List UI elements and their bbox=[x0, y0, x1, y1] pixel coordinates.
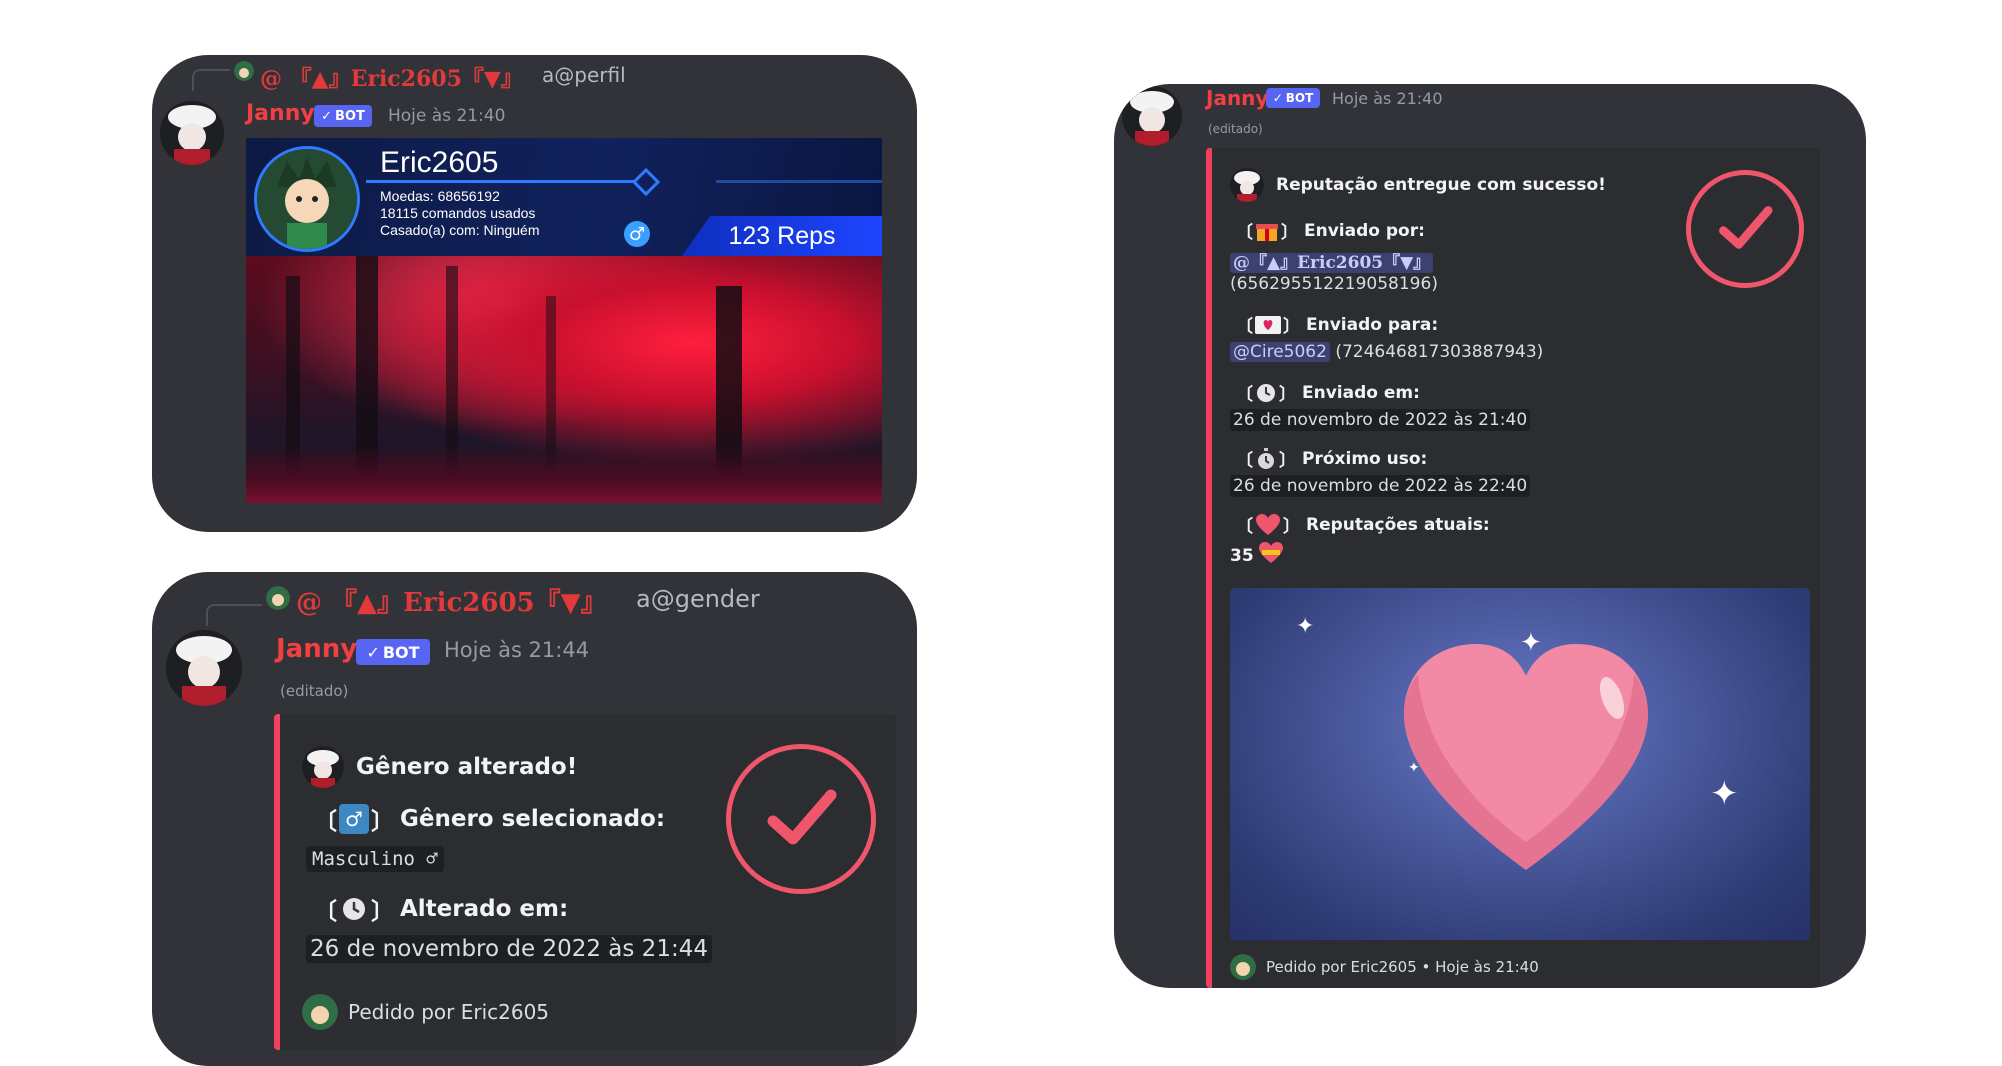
field-altered-label: Alterado em: bbox=[400, 896, 569, 922]
gift-icon bbox=[1255, 220, 1279, 242]
field-gender-label: Gênero selecionado: bbox=[400, 806, 666, 832]
male-sign-icon: ♂ bbox=[339, 804, 369, 834]
clock-icon bbox=[1255, 382, 1277, 404]
heart-ribbon-icon bbox=[1258, 542, 1284, 569]
sent-to-mention[interactable]: @Cire5062 bbox=[1230, 342, 1330, 362]
bot-avatar[interactable] bbox=[1122, 86, 1182, 146]
clock-icon bbox=[339, 894, 369, 924]
profile-message-card: @ 『▲』Eric2605『▼』 a@perfil Janny ✓ BOT Hoj… bbox=[152, 55, 917, 532]
reply-command[interactable]: a@perfil bbox=[542, 63, 626, 87]
reply-avatar[interactable] bbox=[266, 586, 290, 610]
bot-username[interactable]: Janny bbox=[246, 101, 315, 126]
field-altered-value: 26 de novembro de 2022 às 21:44 bbox=[306, 935, 712, 963]
bot-badge-label: BOT bbox=[1285, 91, 1314, 105]
message-timestamp: Hoje às 21:40 bbox=[1332, 89, 1443, 108]
gender-embed: Gênero alterado! 〔 ♂ 〕 Gênero selecionado:… bbox=[274, 714, 896, 1050]
gender-message-card: @ 『▲』Eric2605『▼』 a@gender Janny ✓ BOT Hoj… bbox=[152, 572, 917, 1066]
embed-title: Gênero alterado! bbox=[356, 754, 578, 780]
sent-at-value: 26 de novembro de 2022 às 21:40 bbox=[1230, 409, 1531, 431]
verified-check-icon: ✓ bbox=[366, 642, 380, 662]
reps-banner: 123 Reps bbox=[682, 216, 882, 256]
sent-at-label: Enviado em: bbox=[1302, 382, 1420, 403]
verified-check-icon: ✓ bbox=[321, 108, 333, 124]
current-reps-value: 35 bbox=[1230, 545, 1254, 566]
stopwatch-icon bbox=[1255, 447, 1277, 470]
reply-mention[interactable]: @ 『▲』Eric2605『▼』 bbox=[296, 582, 607, 619]
profile-commands: 18115 comandos usados bbox=[380, 205, 536, 221]
reply-mention[interactable]: @ 『▲』Eric2605『▼』 bbox=[260, 61, 523, 93]
profile-avatar bbox=[254, 146, 360, 252]
bot-username[interactable]: Janny bbox=[276, 634, 357, 664]
bot-badge: ✓ BOT bbox=[1266, 88, 1320, 108]
bot-badge-label: BOT bbox=[382, 642, 420, 662]
footer-avatar bbox=[1230, 954, 1256, 980]
current-reps-label: Reputações atuais: bbox=[1306, 514, 1490, 535]
sent-by-mention[interactable]: @『▲』Eric2605『▼』 bbox=[1230, 253, 1434, 273]
male-sign-icon: ♂ bbox=[624, 221, 650, 247]
bot-avatar[interactable] bbox=[160, 101, 224, 165]
embed-author-avatar bbox=[1230, 168, 1264, 202]
bot-badge: ✓ BOT bbox=[314, 105, 372, 127]
sent-by-label: Enviado por: bbox=[1304, 220, 1425, 241]
profile-coins: Moedas: 68656192 bbox=[380, 188, 500, 204]
bot-username[interactable]: Janny bbox=[1206, 86, 1268, 110]
bot-badge: ✓ BOT bbox=[356, 639, 430, 665]
sent-by-id: (656295512219058196) bbox=[1230, 274, 1438, 294]
reputation-message-card: Janny ✓ BOT Hoje às 21:40 (editado) Reput… bbox=[1114, 84, 1866, 988]
bot-badge-label: BOT bbox=[335, 108, 365, 124]
reputation-embed: Reputação entregue com sucesso! 〔〕 Envia… bbox=[1206, 148, 1820, 988]
bot-avatar[interactable] bbox=[166, 630, 242, 706]
next-use-value: 26 de novembro de 2022 às 22:40 bbox=[1230, 475, 1531, 497]
footer-avatar bbox=[302, 994, 338, 1030]
checkmark-icon bbox=[726, 744, 876, 894]
reply-command[interactable]: a@gender bbox=[636, 585, 760, 613]
embed-footer: Pedido por Eric2605 bbox=[302, 994, 549, 1030]
reply-connector bbox=[192, 69, 230, 91]
footer-text: Pedido por Eric2605 • Hoje às 21:40 bbox=[1266, 958, 1539, 976]
next-use-label: Próximo uso: bbox=[1302, 448, 1428, 469]
field-gender-value: Masculino ♂ bbox=[306, 846, 444, 872]
message-timestamp: Hoje às 21:40 bbox=[388, 106, 506, 126]
profile-married: Casado(a) com: Ninguém bbox=[380, 222, 540, 238]
heart-icon bbox=[1404, 644, 1648, 870]
sent-to-label: Enviado para: bbox=[1306, 314, 1439, 335]
heart-image[interactable]: ✦ ✦ ✦ ✦ ✦ bbox=[1230, 588, 1810, 940]
reply-connector bbox=[206, 604, 262, 626]
footer-text: Pedido por Eric2605 bbox=[348, 1000, 550, 1024]
message-timestamp: Hoje às 21:44 bbox=[444, 638, 590, 662]
envelope-icon bbox=[1255, 315, 1281, 335]
forest-background bbox=[246, 256, 882, 503]
reply-avatar[interactable] bbox=[234, 61, 254, 81]
heart-icon bbox=[1255, 513, 1281, 536]
sent-to-id: (724646817303887943) bbox=[1335, 342, 1544, 362]
profile-card-image[interactable]: Eric2605 Moedas: 68656192 18115 comandos… bbox=[246, 138, 882, 503]
checkmark-icon bbox=[1686, 170, 1804, 288]
embed-footer: Pedido por Eric2605 • Hoje às 21:40 bbox=[1230, 954, 1539, 980]
profile-username: Eric2605 bbox=[380, 146, 499, 179]
embed-title: Reputação entregue com sucesso! bbox=[1276, 175, 1606, 195]
verified-check-icon: ✓ bbox=[1272, 91, 1283, 105]
edited-label: (editado) bbox=[1208, 122, 1263, 136]
edited-label: (editado) bbox=[280, 682, 349, 700]
embed-author-avatar bbox=[302, 746, 344, 788]
